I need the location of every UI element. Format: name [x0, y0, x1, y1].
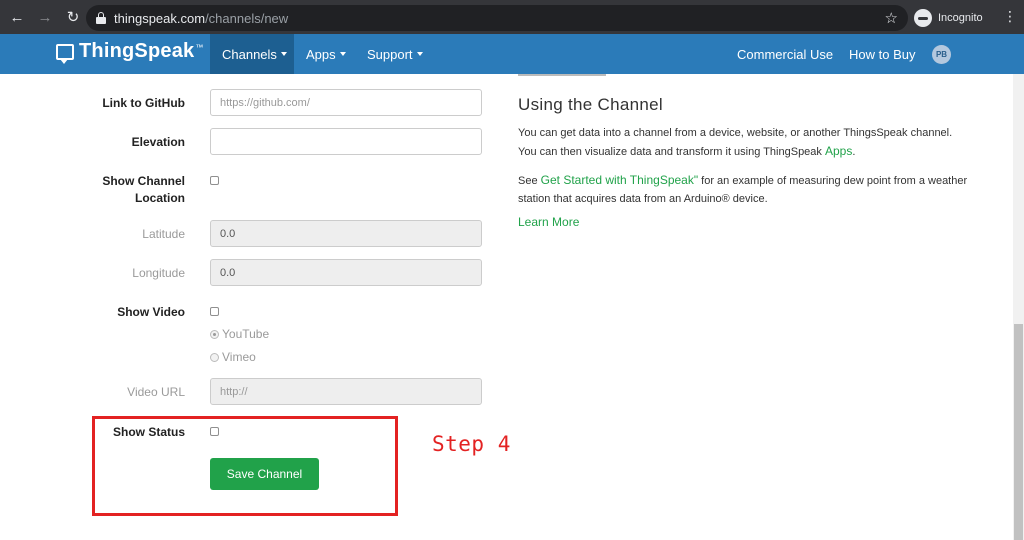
bookmark-star-icon[interactable]: ☆	[885, 9, 898, 27]
latitude-value: 0.0	[220, 227, 236, 240]
speech-bubble-icon	[56, 43, 74, 64]
reload-icon[interactable]: ↻	[62, 6, 84, 28]
nav-channels-menu[interactable]: Channels	[210, 34, 294, 74]
get-started-link[interactable]: Get Started with ThingSpeak"	[541, 173, 698, 187]
incognito-icon	[914, 9, 932, 27]
browser-toolbar: ← → ↻ thingspeak.com/channels/new ☆ Inco…	[0, 0, 1024, 34]
vimeo-radio[interactable]	[210, 352, 219, 362]
using-channel-paragraph: You can get data into a channel from a d…	[518, 124, 968, 161]
link-to-github-label: Link to GitHub	[102, 96, 185, 110]
address-bar[interactable]: thingspeak.com/channels/new ☆	[86, 5, 908, 31]
longitude-value: 0.0	[220, 266, 236, 279]
youtube-label: YouTube	[222, 327, 270, 341]
video-url-label: Video URL	[127, 385, 185, 399]
learn-more-link[interactable]: Learn More	[518, 215, 579, 229]
show-channel-location-label-line2: Location	[135, 191, 185, 205]
latitude-input[interactable]: 0.0	[210, 220, 482, 247]
nav-apps-menu[interactable]: Apps	[294, 34, 358, 74]
url-domain: thingspeak.com	[114, 10, 206, 26]
trademark-symbol: ™	[195, 43, 204, 52]
nav-apps-label: Apps	[306, 46, 336, 62]
vimeo-label: Vimeo	[222, 350, 256, 364]
step-highlight-box	[92, 416, 398, 516]
step-label: Step 4	[432, 432, 511, 456]
forward-arrow-icon[interactable]: →	[34, 6, 56, 28]
incognito-indicator[interactable]: Incognito	[914, 7, 983, 29]
nav-commercial-use-link[interactable]: Commercial Use	[725, 34, 845, 74]
youtube-radio[interactable]	[210, 329, 219, 339]
video-option-vimeo[interactable]: Vimeo	[210, 350, 256, 364]
url-path: /channels/new	[205, 10, 289, 26]
using-channel-text: You can get data into a channel from a d…	[518, 127, 953, 158]
page-scrollbar-thumb[interactable]	[1014, 324, 1023, 540]
user-avatar[interactable]: PB	[932, 45, 951, 64]
incognito-label: Incognito	[938, 12, 983, 24]
github-url-input[interactable]: https://github.com/	[210, 89, 482, 116]
using-channel-end: .	[852, 146, 856, 158]
nav-how-to-buy-label: How to Buy	[849, 46, 916, 62]
video-url-input[interactable]: http://	[210, 378, 482, 405]
show-video-label: Show Video	[117, 305, 185, 319]
nav-channels-label: Channels	[222, 46, 277, 62]
site-navbar: ThingSpeak ™ Channels Apps Support Comme…	[0, 34, 1024, 74]
show-channel-location-label: Show Channel Location	[25, 173, 185, 207]
nav-support-menu[interactable]: Support	[355, 34, 435, 74]
elevation-input[interactable]	[210, 128, 482, 155]
url-text: thingspeak.com/channels/new	[114, 11, 288, 26]
using-channel-heading: Using the Channel	[518, 95, 663, 114]
show-channel-location-checkbox[interactable]	[210, 176, 219, 185]
get-started-paragraph: See Get Started with ThingSpeak" for an …	[518, 171, 968, 208]
thingspeak-logo[interactable]: ThingSpeak ™	[56, 40, 204, 64]
nav-support-label: Support	[367, 46, 413, 62]
github-url-placeholder: https://github.com/	[220, 96, 310, 109]
browser-menu-icon[interactable]: ⋮	[1003, 9, 1017, 23]
latitude-label: Latitude	[142, 227, 185, 241]
lock-icon	[96, 12, 106, 24]
chevron-down-icon	[339, 52, 346, 56]
back-arrow-icon[interactable]: ←	[6, 6, 28, 28]
longitude-input[interactable]: 0.0	[210, 259, 482, 286]
nav-how-to-buy-link[interactable]: How to Buy	[837, 34, 927, 74]
video-url-placeholder: http://	[220, 385, 248, 398]
apps-link[interactable]: Apps	[825, 144, 852, 158]
chevron-down-icon	[416, 52, 423, 56]
clipped-text-above	[518, 62, 608, 76]
longitude-label: Longitude	[132, 266, 185, 280]
elevation-label: Elevation	[131, 135, 185, 149]
brand-name: ThingSpeak	[79, 40, 195, 62]
show-channel-location-label-line1: Show Channel	[102, 174, 185, 188]
show-video-checkbox[interactable]	[210, 307, 219, 316]
nav-commercial-use-label: Commercial Use	[737, 46, 834, 62]
video-option-youtube[interactable]: YouTube	[210, 327, 269, 341]
see-text: See	[518, 175, 541, 187]
chevron-down-icon	[280, 52, 287, 56]
